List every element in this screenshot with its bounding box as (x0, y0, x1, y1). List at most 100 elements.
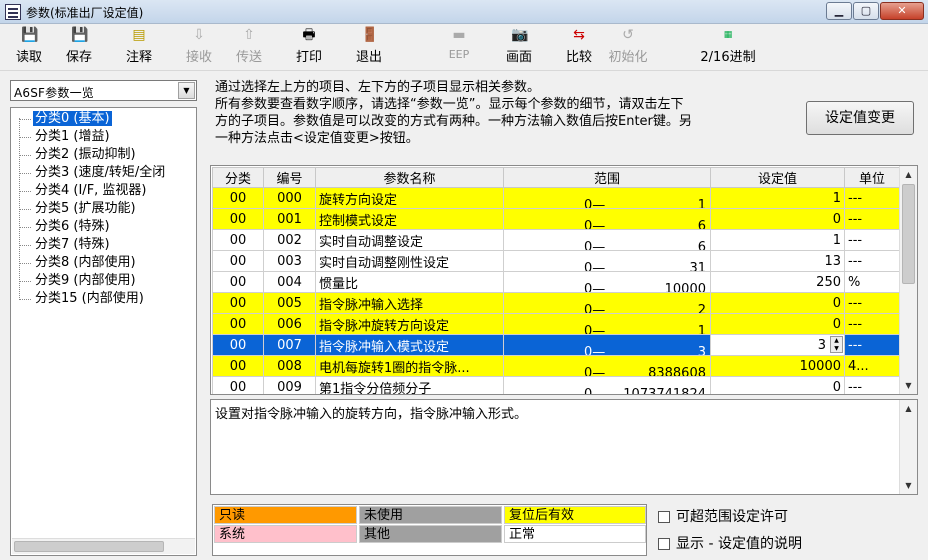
scrollbar-thumb[interactable] (902, 184, 915, 284)
tree-item[interactable]: 分类7 (特殊) (19, 236, 112, 254)
table-row[interactable]: 00 008 电机每旋转1圈的指令脉... 0— 8388608 10000 4... (212, 355, 900, 377)
tree-item[interactable]: 分类3 (速度/转矩/全闭 (19, 164, 167, 182)
cell-value: 250 (710, 271, 845, 293)
tree-item[interactable]: 分类15 (内部使用) (19, 290, 146, 308)
range-min: 0— (584, 261, 606, 272)
cell-number: 004 (263, 271, 316, 293)
allow-over-range-checkbox[interactable]: 可超范围设定许可 (656, 506, 802, 528)
cell-number: 008 (263, 355, 316, 377)
range-min: 0— (584, 387, 606, 395)
scroll-up-icon[interactable]: ▲ (900, 400, 917, 417)
maximize-button[interactable]: ▢ (853, 2, 879, 20)
tree-item[interactable]: 分类1 (增益) (19, 128, 112, 146)
scroll-down-icon[interactable]: ▼ (900, 477, 917, 494)
range-max: 1 (697, 324, 706, 335)
table-row[interactable]: 00 004 惯量比 0— 10000 250% (212, 271, 900, 293)
category-combobox[interactable]: A6SF参数一览 ▼ (10, 80, 197, 101)
table-row[interactable]: 00 002 实时自动调整设定 0— 6 1 --- (212, 229, 900, 251)
range-min: 0— (584, 198, 606, 209)
cell-value: 13 (710, 250, 845, 272)
spinner-icon[interactable]: ▲ ▼ (830, 336, 843, 353)
tree-horizontal-scrollbar[interactable] (12, 538, 195, 554)
screen-label: 画面 (505, 50, 532, 65)
eep-button[interactable]: ▬ EEP (442, 28, 476, 68)
compare-button[interactable]: ⇆ 比较 (562, 28, 596, 68)
description-scrollbar[interactable]: ▲ ▼ (899, 400, 917, 494)
initialize-icon: ↺ (622, 27, 634, 43)
cell-range: 0— 1 (503, 187, 711, 209)
table-row[interactable]: 00 007 指令脉冲输入模式设定 0— 3 3 ▲ ▼ --- (212, 334, 900, 356)
tree-item[interactable]: 分类6 (特殊) (19, 218, 112, 236)
minimize-button[interactable]: ▁ (826, 2, 852, 20)
tree-item[interactable]: 分类8 (内部使用) (19, 254, 138, 272)
print-button[interactable]: 🖶 打印 (292, 28, 326, 68)
cell-unit: --- (844, 334, 900, 356)
tree-item[interactable]: 分类9 (内部使用) (19, 272, 138, 290)
tree-item[interactable]: 分类2 (振动抑制) (19, 146, 138, 164)
description-text: 设置对指令脉冲输入的旋转方向，指令脉冲输入形式。 (215, 407, 528, 422)
tree-item[interactable]: 分类5 (扩展功能) (19, 200, 138, 218)
value-editor[interactable]: 3 ▲ ▼ (710, 334, 845, 356)
cell-unit: --- (844, 292, 900, 314)
tree-item-label: 分类0 (基本) (33, 111, 112, 126)
initialize-button[interactable]: ↺ 初始化 (604, 28, 652, 68)
table-row[interactable]: 00 000 旋转方向设定 0— 1 1 --- (212, 187, 900, 209)
cell-name: 电机每旋转1圈的指令脉... (315, 355, 504, 377)
cell-name: 旋转方向设定 (315, 187, 504, 209)
comment-label: 注释 (125, 50, 152, 65)
cell-range: 0— 8388608 (503, 355, 711, 377)
tree-item[interactable]: 分类0 (基本) (19, 110, 112, 128)
send-button[interactable]: ⇧ 传送 (232, 28, 266, 68)
scroll-up-icon[interactable]: ▲ (900, 166, 917, 183)
save-button[interactable]: 💾 保存 (62, 28, 96, 68)
floppy-save-icon: 💾 (71, 27, 89, 43)
cell-name: 控制模式设定 (315, 208, 504, 230)
tree-item-label: 分类5 (扩展功能) (35, 201, 136, 216)
comment-button[interactable]: ▤ 注释 (122, 28, 156, 68)
cell-range: 0— 31 (503, 250, 711, 272)
table-row[interactable]: 00 006 指令脉冲旋转方向设定 0— 1 0 --- (212, 313, 900, 335)
chevron-down-icon[interactable]: ▼ (178, 82, 195, 99)
range-max: 1073741824 (623, 387, 706, 395)
cell-unit: 4... (844, 355, 900, 377)
tree-item-label: 分类2 (振动抑制) (35, 147, 136, 162)
scrollbar-thumb[interactable] (14, 541, 164, 552)
table-row[interactable]: 00 009 第1指令分倍频分子 0— 1073741824 0 --- (212, 376, 900, 395)
read-button[interactable]: 💾 读取 (12, 28, 46, 68)
cell-range: 0— 6 (503, 208, 711, 230)
info-text: 通过选择左上方的项目、左下方的子项目显示相关参数。 所有参数要查看数字顺序，请选… (215, 79, 785, 147)
initialize-label: 初始化 (608, 50, 648, 65)
close-button[interactable]: ✕ (880, 2, 924, 20)
category-tree[interactable]: 分类0 (基本) 分类1 (增益) 分类2 (振动抑制) 分类3 (速度/转矩/全闭分… (10, 107, 197, 556)
change-value-button[interactable]: 设定值变更 (806, 101, 914, 135)
range-min: 0— (584, 345, 606, 356)
receive-button[interactable]: ⇩ 接收 (182, 28, 216, 68)
cell-name: 指令脉冲输入模式设定 (315, 334, 504, 356)
screen-button[interactable]: 📷 画面 (502, 28, 536, 68)
table-row[interactable]: 00 005 指令脉冲输入选择 0— 2 0 --- (212, 292, 900, 314)
range-max: 6 (697, 240, 706, 251)
scroll-down-icon[interactable]: ▼ (900, 377, 917, 394)
exit-button[interactable]: 🚪 退出 (352, 28, 386, 68)
color-legend: 只读 未使用 复位后有效 系统 其他 正常 (212, 504, 647, 556)
cell-number: 001 (263, 208, 316, 230)
grid-vertical-scrollbar[interactable]: ▲ ▼ (899, 166, 917, 394)
cell-range: 0— 6 (503, 229, 711, 251)
range-min: 0— (584, 303, 606, 314)
checkbox-icon[interactable] (658, 538, 670, 550)
table-row[interactable]: 00 001 控制模式设定 0— 6 0 --- (212, 208, 900, 230)
cell-name: 惯量比 (315, 271, 504, 293)
eep-icon: ▬ (452, 27, 466, 43)
toolbar: 💾 读取 💾 保存 ▤ 注释 ⇩ 接收 ⇧ 传送 🖶 打印 🚪 退出 ▬ EEP 📷 画面 ⇆ 比较… (0, 25, 928, 71)
table-row[interactable]: 00 003 实时自动调整刚性设定 0— 31 13 --- (212, 250, 900, 272)
close-icon: ✕ (897, 4, 907, 17)
col-header-unit: 单位 (844, 167, 900, 188)
cell-number: 007 (263, 334, 316, 356)
tree-item[interactable]: 分类4 (I/F, 监视器) (19, 182, 149, 200)
show-description-checkbox[interactable]: 显示 - 设定值的说明 (656, 533, 802, 555)
radix-button[interactable]: ▦ 2/16进制 (694, 28, 762, 68)
cell-unit: --- (844, 187, 900, 209)
checkbox-icon[interactable] (658, 511, 670, 523)
compare-icon: ⇆ (573, 27, 585, 43)
read-label: 读取 (15, 50, 42, 65)
